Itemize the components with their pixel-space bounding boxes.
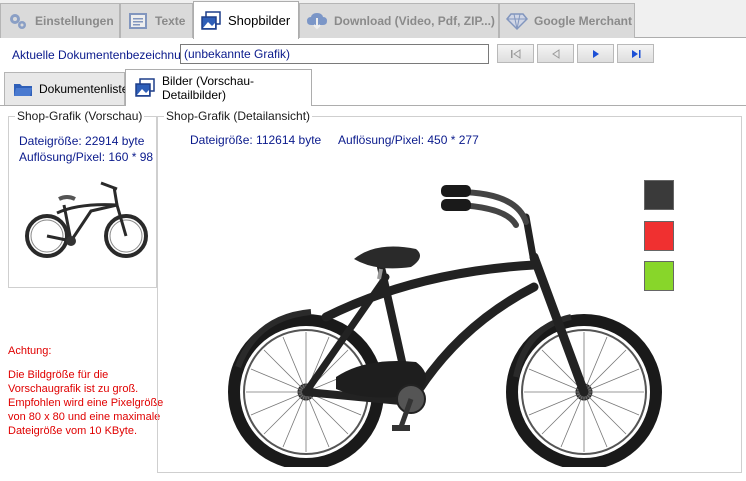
- tab-dokumentenliste[interactable]: Dokumentenliste: [4, 72, 129, 105]
- images-icon: [200, 10, 222, 32]
- folder-icon: [13, 78, 33, 100]
- text-document-icon: [127, 10, 149, 32]
- tab-einstellungen[interactable]: Einstellungen: [0, 3, 120, 38]
- previous-arrow-icon: [551, 48, 559, 59]
- seat: [354, 246, 420, 269]
- main-tab-strip: Einstellungen Texte Shopbilder Download …: [0, 0, 746, 39]
- warning-line-3: Empfohlen wird eine Pixelgröße: [8, 397, 164, 409]
- bike-frame: [302, 185, 589, 407]
- preview-group-title: Shop-Grafik (Vorschau): [15, 109, 145, 123]
- download-cloud-icon: [306, 10, 328, 32]
- last-record-button[interactable]: [617, 44, 654, 63]
- detail-file-size: Dateigröße: 112614 byte: [190, 133, 322, 147]
- warning-line-4: von 80 x 80 und eine maximale: [8, 411, 161, 423]
- warning-heading: Achtung:: [8, 345, 52, 357]
- tab-download[interactable]: Download (Video, Pdf, ZIP...): [299, 3, 499, 38]
- tab-einstellungen-label: Einstellungen: [35, 14, 114, 28]
- detail-resolution: Auflösung/Pixel: 450 * 277: [338, 133, 479, 147]
- content-area: Dokumentenliste Bilder (Vorschau- Detail…: [0, 68, 746, 481]
- tab-dokumentenliste-label: Dokumentenliste: [39, 82, 129, 96]
- detail-group-title: Shop-Grafik (Detailansicht): [164, 109, 313, 123]
- tab-bilder[interactable]: Bilder (Vorschau- Detailbilder): [125, 69, 312, 106]
- preview-file-size: Dateigröße: 22914 byte: [19, 134, 145, 148]
- last-arrow-icon: [631, 49, 640, 58]
- color-swatch-black[interactable]: [644, 180, 674, 210]
- sub-tab-strip: Dokumentenliste Bilder (Vorschau- Detail…: [0, 68, 746, 106]
- tab-shopbilder-label: Shopbilder: [228, 13, 291, 28]
- first-record-button[interactable]: [497, 44, 534, 63]
- tab-texte-label: Texte: [155, 14, 186, 28]
- color-swatch-green[interactable]: [644, 261, 674, 291]
- tab-texte[interactable]: Texte: [120, 3, 193, 38]
- warning-line-2: Vorschaugrafik ist zu groß.: [8, 383, 139, 395]
- document-name-input[interactable]: [180, 44, 489, 64]
- next-record-button[interactable]: [577, 44, 614, 63]
- warning-line-5: Dateigröße vom 10 KByte.: [8, 425, 138, 437]
- detail-image: [216, 177, 666, 470]
- warning-line-1: Die Bildgröße für die: [8, 369, 109, 381]
- preview-resolution: Auflösung/Pixel: 160 * 98: [19, 150, 154, 164]
- preview-group: Shop-Grafik (Vorschau) Dateigröße: 22914…: [8, 109, 157, 288]
- document-name-row: Aktuelle Dokumentenbezeichnung:: [0, 38, 746, 68]
- previous-record-button[interactable]: [537, 44, 574, 63]
- tab-shopbilder[interactable]: Shopbilder: [193, 1, 299, 39]
- tab-google-merchant-label: Google Merchant: [534, 14, 633, 28]
- images-icon: [134, 77, 156, 99]
- tab-google-merchant[interactable]: Google Merchant: [499, 3, 635, 38]
- tab-bilder-label: Bilder (Vorschau- Detailbilder): [162, 74, 255, 102]
- document-name-label: Aktuelle Dokumentenbezeichnung:: [12, 48, 198, 62]
- color-swatch-red[interactable]: [644, 221, 674, 251]
- gears-icon: [7, 10, 29, 32]
- diamond-icon: [506, 10, 528, 32]
- next-arrow-icon: [592, 49, 599, 58]
- sub-tab-divider: [0, 105, 746, 106]
- tab-download-label: Download (Video, Pdf, ZIP...): [334, 14, 495, 28]
- detail-group: Shop-Grafik (Detailansicht) Dateigröße: …: [157, 109, 742, 473]
- first-arrow-icon: [510, 48, 520, 59]
- preview-image: [19, 173, 149, 263]
